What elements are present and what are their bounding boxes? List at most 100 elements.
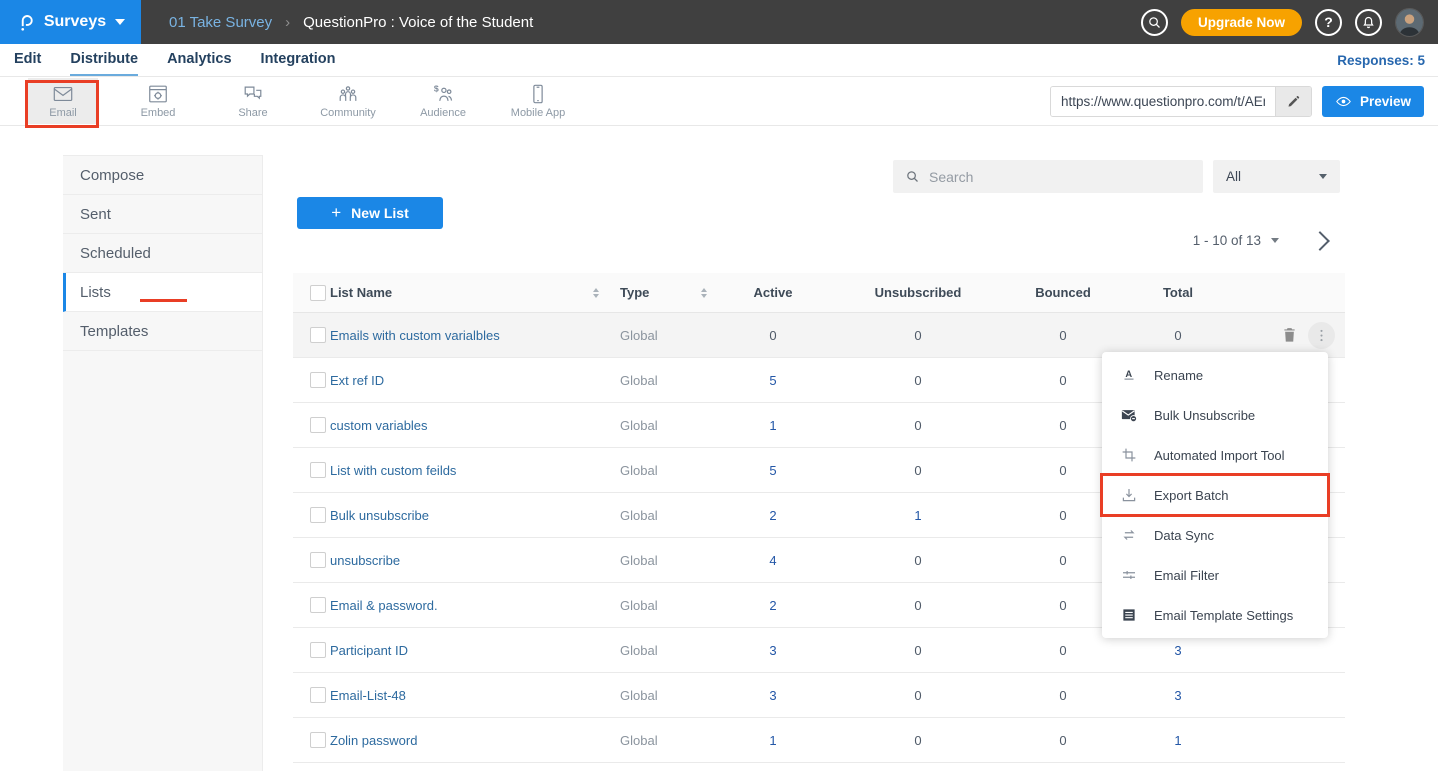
survey-tabbar: Edit Distribute Analytics Integration Re… (0, 44, 1438, 76)
list-type: Global (613, 733, 713, 748)
row-checkbox[interactable] (310, 687, 326, 703)
global-search-button[interactable] (1141, 9, 1168, 36)
survey-url-input[interactable] (1051, 87, 1275, 116)
row-checkbox[interactable] (310, 417, 326, 433)
trash-icon (1280, 325, 1299, 344)
menu-item-email-template-settings[interactable]: Email Template Settings (1102, 595, 1328, 635)
pencil-icon (1286, 94, 1301, 109)
menu-item-rename[interactable]: A Rename (1102, 355, 1328, 395)
toolbar-item-email[interactable]: Email (28, 78, 98, 124)
search-icon (1147, 15, 1162, 30)
active-count: 4 (713, 553, 833, 568)
tab-integration[interactable]: Integration (261, 46, 336, 76)
bell-icon (1361, 15, 1376, 30)
tab-analytics[interactable]: Analytics (167, 46, 231, 76)
column-type[interactable]: Type (613, 285, 713, 300)
svg-text:$: $ (434, 84, 439, 94)
list-name-link[interactable]: custom variables (330, 418, 613, 433)
menu-item-data-sync[interactable]: Data Sync (1102, 515, 1328, 555)
list-name-link[interactable]: Email-List-48 (330, 688, 613, 703)
tab-distribute[interactable]: Distribute (70, 46, 138, 76)
sort-icon[interactable] (593, 288, 599, 298)
sidebar-item-sent[interactable]: Sent (63, 195, 262, 234)
list-search-box (893, 160, 1203, 193)
column-total: Total (1123, 285, 1233, 300)
list-name-link[interactable]: Emails with custom varialbles (330, 328, 613, 343)
mobile-icon (527, 83, 549, 105)
sidebar-item-templates[interactable]: Templates (63, 312, 262, 351)
total-count: 1 (1123, 733, 1233, 748)
select-all-checkbox[interactable] (310, 285, 326, 301)
tab-edit[interactable]: Edit (14, 46, 41, 76)
column-active: Active (713, 285, 833, 300)
toolbar-item-mobile-app[interactable]: Mobile App (503, 78, 573, 124)
list-type: Global (613, 553, 713, 568)
list-name-link[interactable]: List with custom feilds (330, 463, 613, 478)
avatar-image (1396, 9, 1423, 36)
menu-item-label: Bulk Unsubscribe (1154, 408, 1255, 423)
active-count: 0 (713, 328, 833, 343)
edit-url-button[interactable] (1275, 87, 1311, 116)
row-checkbox[interactable] (310, 597, 326, 613)
list-name-link[interactable]: Participant ID (330, 643, 613, 658)
total-count: 3 (1123, 643, 1233, 658)
toolbar-item-audience[interactable]: $ Audience (408, 78, 478, 124)
menu-item-bulk-unsubscribe[interactable]: Bulk Unsubscribe (1102, 395, 1328, 435)
row-checkbox[interactable] (310, 327, 326, 343)
sidebar-item-lists[interactable]: Lists (63, 273, 262, 312)
preview-button[interactable]: Preview (1322, 86, 1424, 117)
delete-list-button[interactable] (1279, 325, 1299, 345)
sidebar-item-scheduled[interactable]: Scheduled (63, 234, 262, 273)
bounced-count: 0 (1003, 688, 1123, 703)
embed-icon (147, 83, 169, 105)
list-name-link[interactable]: Ext ref ID (330, 373, 613, 388)
unsubscribed-count: 0 (833, 733, 1003, 748)
list-type: Global (613, 688, 713, 703)
product-name: Surveys (44, 13, 106, 31)
list-name-link[interactable]: Bulk unsubscribe (330, 508, 613, 523)
row-checkbox[interactable] (310, 552, 326, 568)
upgrade-button[interactable]: Upgrade Now (1181, 9, 1302, 36)
table-row: Zolin password Global 1 0 0 1 (293, 718, 1345, 763)
topbar: Surveys 01 Take Survey › QuestionPro : V… (0, 0, 1438, 44)
pagination-label: 1 - 10 of 13 (1193, 233, 1261, 248)
new-list-button[interactable]: + New List (297, 197, 443, 229)
row-checkbox[interactable] (310, 507, 326, 523)
list-search-input[interactable] (929, 169, 1191, 185)
row-checkbox[interactable] (310, 642, 326, 658)
row-checkbox[interactable] (310, 462, 326, 478)
row-checkbox[interactable] (310, 732, 326, 748)
community-icon (337, 83, 359, 105)
filter-selected-value: All (1226, 169, 1241, 184)
sidebar-item-compose[interactable]: Compose (63, 156, 262, 195)
email-sidebar: Compose Sent Scheduled Lists Templates (63, 155, 263, 771)
search-icon (905, 169, 920, 184)
help-button[interactable]: ? (1315, 9, 1342, 36)
breadcrumb-separator: › (285, 14, 290, 31)
breadcrumb-survey-link[interactable]: 01 Take Survey (169, 14, 272, 31)
product-switcher[interactable]: Surveys (0, 0, 141, 44)
column-list-name[interactable]: List Name (330, 285, 613, 300)
avatar[interactable] (1395, 8, 1424, 37)
row-checkbox[interactable] (310, 372, 326, 388)
toolbar-item-community[interactable]: Community (313, 78, 383, 124)
toolbar-item-share[interactable]: Share (218, 78, 288, 124)
list-name-link[interactable]: Zolin password (330, 733, 613, 748)
svg-text:A: A (1125, 369, 1132, 379)
survey-title: QuestionPro : Voice of the Student (303, 14, 533, 31)
next-page-button[interactable] (1310, 231, 1330, 251)
notifications-button[interactable] (1355, 9, 1382, 36)
list-name-link[interactable]: unsubscribe (330, 553, 613, 568)
list-filter-dropdown[interactable]: All (1213, 160, 1340, 193)
menu-item-export-batch[interactable]: Export Batch (1102, 475, 1328, 515)
active-count: 3 (713, 688, 833, 703)
sort-icon[interactable] (701, 288, 707, 298)
menu-item-automated-import-tool[interactable]: Automated Import Tool (1102, 435, 1328, 475)
toolbar-item-embed[interactable]: Embed (123, 78, 193, 124)
automated-import-icon (1120, 446, 1138, 464)
row-menu-button[interactable] (1308, 322, 1335, 349)
list-name-link[interactable]: Email & password. (330, 598, 613, 613)
pagination-dropdown-icon[interactable] (1271, 238, 1279, 243)
menu-item-email-filter[interactable]: Email Filter (1102, 555, 1328, 595)
active-count: 5 (713, 463, 833, 478)
